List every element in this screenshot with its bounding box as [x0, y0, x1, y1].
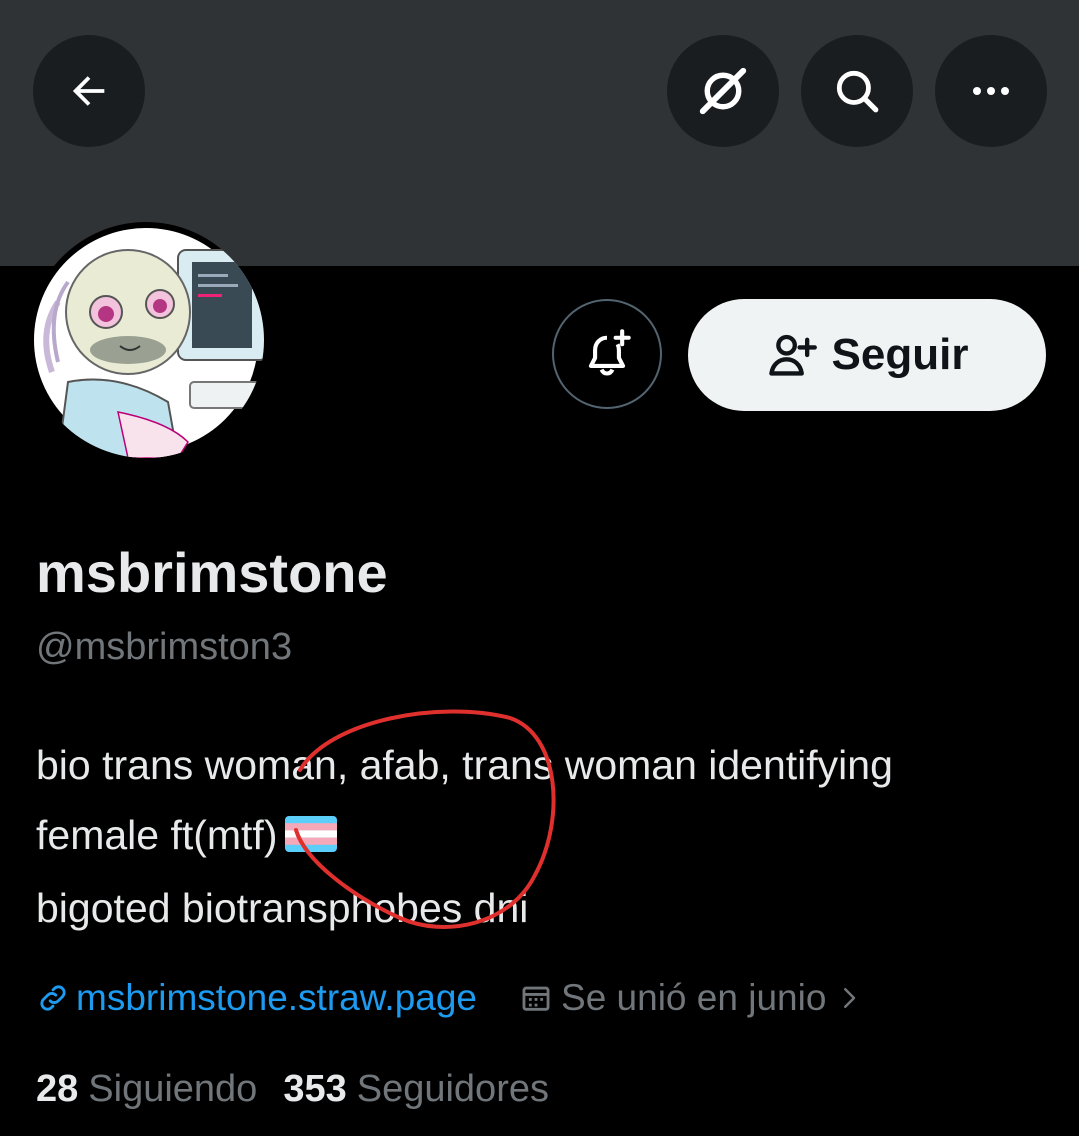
follow-button[interactable]: Seguir — [688, 299, 1046, 411]
joined-date[interactable]: Se unió en junio — [519, 977, 864, 1019]
website-label: msbrimstone.straw.page — [76, 977, 478, 1018]
grok-slash-icon — [699, 67, 747, 115]
chevron-right-icon — [844, 988, 856, 1008]
search-button[interactable] — [801, 35, 913, 147]
bell-plus-icon — [588, 329, 631, 376]
display-name: msbrimstone — [36, 541, 388, 604]
bio-line-with-flag: female ft(mtf) — [36, 800, 1056, 873]
follow-button-label: Seguir — [831, 330, 969, 379]
followers-stat[interactable]: 353 Seguidores — [283, 1068, 549, 1111]
bio-line: female ft(mtf) — [36, 812, 278, 858]
user-handle: @msbrimston3 — [36, 626, 293, 668]
joined-label: Se unió en junio — [561, 977, 827, 1018]
follow-stats: 28 Siguiendo 353 Seguidores — [36, 1068, 549, 1111]
following-stat[interactable]: 28 Siguiendo — [36, 1068, 257, 1111]
calendar-icon — [522, 986, 550, 1011]
arrow-left-icon — [72, 76, 105, 106]
more-horizontal-icon — [973, 87, 1009, 95]
profile-meta: msbrimstone.straw.page Se unió en junio — [36, 970, 864, 1026]
website-link[interactable]: msbrimstone.straw.page — [36, 977, 477, 1019]
followers-count: 353 — [283, 1068, 347, 1110]
avatar-illustration — [34, 228, 264, 458]
followers-label: Seguidores — [356, 1068, 549, 1110]
avatar[interactable] — [28, 222, 264, 458]
link-icon — [40, 985, 66, 1011]
bio-line: bigoted biotransphobes dni — [36, 885, 529, 932]
back-button[interactable] — [33, 35, 145, 147]
grok-button[interactable] — [667, 35, 779, 147]
notify-button[interactable] — [552, 299, 662, 409]
transgender-flag-emoji — [285, 803, 338, 873]
add-user-icon — [768, 334, 817, 376]
following-label: Siguiendo — [88, 1068, 258, 1110]
bio-line: bio trans woman, afab, trans woman ident… — [36, 742, 893, 788]
more-button[interactable] — [935, 35, 1047, 147]
profile-bio: bio trans woman, afab, trans woman ident… — [36, 730, 1056, 943]
following-count: 28 — [36, 1068, 79, 1110]
search-icon — [836, 70, 879, 113]
